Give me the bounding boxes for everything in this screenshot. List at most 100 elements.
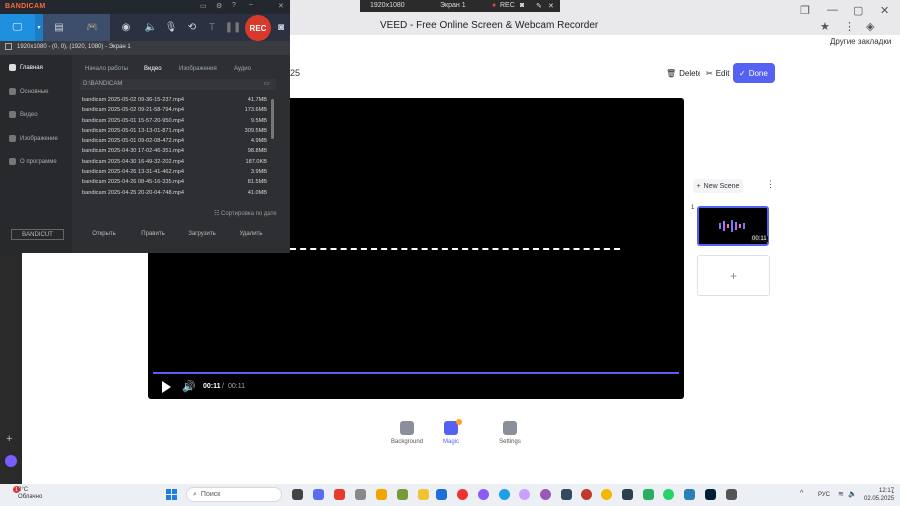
app-icon[interactable] xyxy=(376,489,387,500)
help-icon[interactable]: ? xyxy=(232,2,236,9)
copilot-icon[interactable]: ◈ xyxy=(866,20,874,33)
list-item[interactable]: bandicam 2025-04-25 20-20-04-748.mp4 41.0… xyxy=(82,189,267,199)
windows-start-icon[interactable] xyxy=(166,489,177,500)
open-folder-icon[interactable]: ▭ xyxy=(264,80,270,87)
game-mode-button[interactable]: 🎮 xyxy=(75,14,110,41)
volume-icon[interactable]: 🔊 xyxy=(182,380,196,393)
notifications-icon[interactable]: ◔ xyxy=(890,490,894,497)
list-item[interactable]: bandicam 2025-05-02 09-21-58-794.mp4 173.… xyxy=(82,106,267,116)
app-icon[interactable] xyxy=(601,489,612,500)
magic-tool[interactable]: Magic xyxy=(426,421,476,445)
other-bookmarks-button[interactable]: Другие закладки xyxy=(830,37,891,46)
maximize-icon[interactable]: ▢ xyxy=(853,4,863,17)
gear-icon[interactable]: ⚙ xyxy=(216,2,222,10)
tab-images[interactable]: Изображения xyxy=(179,66,217,72)
app-icon[interactable] xyxy=(478,489,489,500)
sidebar-item-image[interactable]: Изображение xyxy=(9,135,58,142)
tray-chevron-icon[interactable]: ^ xyxy=(800,490,803,497)
chat-app-icon[interactable] xyxy=(313,489,324,500)
pause-icon[interactable]: ❚❚ xyxy=(225,14,242,41)
sidebar-item-general[interactable]: Основные xyxy=(9,88,48,95)
list-item[interactable]: bandicam 2025-05-01 13-13-01-871.mp4 309.… xyxy=(82,127,267,137)
screen-record-mode-button[interactable]: 🖵 xyxy=(0,14,35,41)
speaker-icon[interactable]: 🔈 xyxy=(143,14,159,41)
app-icon[interactable] xyxy=(622,489,633,500)
list-item[interactable]: bandicam 2025-04-26 13-31-41-462.mp4 3.9M… xyxy=(82,168,267,178)
gear-icon xyxy=(9,88,16,95)
delete-file-button[interactable]: Удалить xyxy=(229,228,273,240)
photoshop-icon[interactable] xyxy=(705,489,716,500)
bandicam-taskbar-icon[interactable] xyxy=(581,489,592,500)
open-button[interactable]: Открыть xyxy=(82,228,126,240)
app-icon[interactable] xyxy=(540,489,551,500)
webcam-icon[interactable]: ◉ xyxy=(118,14,134,41)
play-icon[interactable] xyxy=(162,381,171,393)
edit-button[interactable]: ✂ Edit xyxy=(700,63,736,83)
sidebar-item-video[interactable]: Видео xyxy=(9,111,38,118)
taskbar-search[interactable]: ⌕ Поиск xyxy=(186,487,282,502)
file-list-scrollbar[interactable] xyxy=(271,99,274,139)
opera-icon[interactable] xyxy=(457,489,468,500)
pencil-icon[interactable]: ✎ xyxy=(536,2,542,10)
app-icon[interactable] xyxy=(561,489,572,500)
app-icon[interactable] xyxy=(643,489,654,500)
yandex-icon[interactable] xyxy=(334,489,345,500)
region-checkbox[interactable] xyxy=(5,43,12,50)
background-tool[interactable]: Background xyxy=(382,421,432,445)
bandicut-button[interactable]: BANDICUT xyxy=(11,229,64,240)
weather-widget[interactable]: 3°C Облачно xyxy=(18,487,42,501)
tab-video[interactable]: Видео xyxy=(144,66,162,72)
file-explorer-icon[interactable] xyxy=(418,489,429,500)
list-item[interactable]: bandicam 2025-05-01 09-02-08-472.mp4 4.9M… xyxy=(82,137,267,147)
scene-menu-icon[interactable]: ⋮ xyxy=(766,179,775,190)
sidebar-item-about[interactable]: О программе xyxy=(9,158,57,165)
alice-assistant-icon[interactable] xyxy=(5,455,17,467)
mode-dropdown-button[interactable]: ▾ xyxy=(35,14,43,41)
app-icon[interactable] xyxy=(726,489,737,500)
edge-icon[interactable] xyxy=(499,489,510,500)
minimize-icon[interactable]: — xyxy=(827,4,838,16)
hdmi-mode-button[interactable]: ▤ xyxy=(43,14,75,41)
close-icon[interactable]: ✕ xyxy=(880,4,889,17)
sort-by-date-button[interactable]: ☷ Сортировка по дате xyxy=(214,210,277,217)
bandicam-minimize-icon[interactable]: – xyxy=(249,1,253,8)
list-item[interactable]: bandicam 2025-05-01 15-57-20-950.mp4 9.5M… xyxy=(82,117,267,127)
language-indicator[interactable]: РУС xyxy=(818,492,830,498)
volume-tray-icon[interactable]: 🔈 xyxy=(848,490,857,498)
task-view-icon[interactable] xyxy=(292,489,303,500)
camera-icon[interactable]: ◙ xyxy=(520,2,524,9)
app-icon[interactable] xyxy=(355,489,366,500)
app-icon[interactable] xyxy=(519,489,530,500)
tab-audio[interactable]: Аудио xyxy=(234,66,251,72)
list-item[interactable]: bandicam 2025-04-26 08-45-16-335.mp4 81.5… xyxy=(82,178,267,188)
microphone-icon[interactable]: 🎙 xyxy=(163,14,179,41)
settings-tool[interactable]: Settings xyxy=(485,421,535,445)
window-restore-icon[interactable]: ❐ xyxy=(800,4,810,17)
bandicam-close-icon[interactable]: ✕ xyxy=(278,2,284,10)
more-menu-icon[interactable]: ⋮ xyxy=(844,20,855,33)
text-overlay-icon[interactable]: T xyxy=(204,14,220,41)
list-item[interactable]: bandicam 2025-04-30 17-02-46-351.mp4 98.8… xyxy=(82,147,267,157)
tab-getting-started[interactable]: Начало работы xyxy=(85,66,128,72)
rec-button[interactable]: REC xyxy=(245,15,271,41)
add-scene-button[interactable]: + xyxy=(697,255,770,296)
sidebar-item-home[interactable]: Главная xyxy=(9,64,43,71)
app-icon[interactable] xyxy=(436,489,447,500)
app-icon[interactable] xyxy=(397,489,408,500)
list-item[interactable]: bandicam 2025-05-02 09-36-15-237.mp4 41.7… xyxy=(82,96,267,106)
progress-bar[interactable] xyxy=(153,372,679,374)
whatsapp-icon[interactable] xyxy=(663,489,674,500)
edit-file-button[interactable]: Править xyxy=(131,228,175,240)
rec-close-icon[interactable]: ✕ xyxy=(548,2,554,10)
app-icon[interactable] xyxy=(684,489,695,500)
done-button[interactable]: ✓ Done xyxy=(733,63,775,83)
cursor-effects-icon[interactable]: ⟲ xyxy=(184,14,200,41)
upload-button[interactable]: Загрузить xyxy=(180,228,224,240)
plus-icon[interactable]: + xyxy=(6,433,12,445)
list-item[interactable]: bandicam 2025-04-30 16-49-32-202.mp4 187.… xyxy=(82,158,267,168)
screenshot-camera-icon[interactable]: ◙ xyxy=(274,14,288,41)
new-scene-button[interactable]: + New Scene xyxy=(693,179,743,193)
wifi-icon[interactable]: ≋ xyxy=(838,490,844,498)
folder-icon[interactable]: ▭ xyxy=(200,2,207,10)
bookmark-star-icon[interactable]: ★ xyxy=(820,20,830,33)
